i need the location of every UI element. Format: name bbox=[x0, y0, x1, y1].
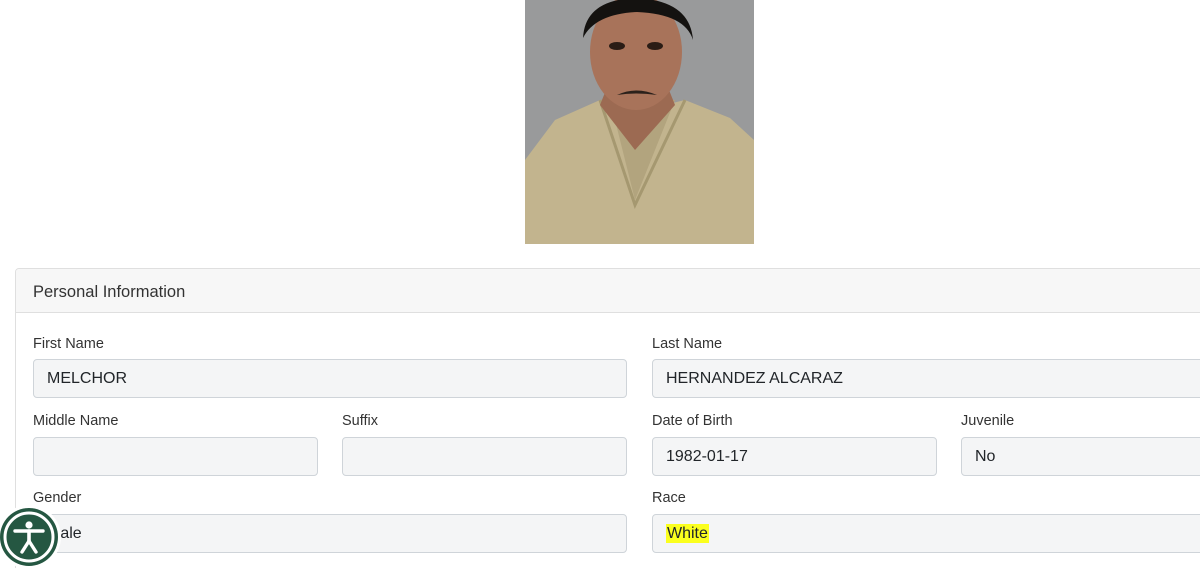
first-name-label: First Name bbox=[33, 336, 104, 352]
date-of-birth-label: Date of Birth bbox=[652, 413, 733, 429]
last-name-field[interactable]: HERNANDEZ ALCARAZ bbox=[652, 359, 1200, 398]
juvenile-field[interactable]: No bbox=[961, 437, 1200, 476]
race-value-highlighted: White bbox=[666, 524, 709, 543]
middle-name-field[interactable] bbox=[33, 437, 318, 476]
suffix-label: Suffix bbox=[342, 413, 379, 429]
gender-field[interactable]: Male bbox=[33, 514, 627, 553]
gender-label: Gender bbox=[33, 490, 82, 506]
personal-information-card: Personal Information First Name MELCHOR … bbox=[15, 268, 1200, 568]
last-name-label: Last Name bbox=[652, 336, 723, 352]
date-of-birth-field[interactable]: 1982-01-17 bbox=[652, 437, 937, 476]
suffix-field[interactable] bbox=[342, 437, 627, 476]
card-header: Personal Information bbox=[16, 269, 1200, 313]
juvenile-label: Juvenile bbox=[961, 413, 1015, 429]
middle-name-label: Middle Name bbox=[33, 413, 119, 429]
race-label: Race bbox=[652, 490, 686, 506]
race-field[interactable]: White bbox=[652, 514, 1200, 553]
accessibility-icon bbox=[3, 511, 55, 563]
booking-photo bbox=[525, 0, 754, 244]
accessibility-button[interactable] bbox=[0, 505, 61, 568]
page: Personal Information First Name MELCHOR … bbox=[0, 0, 1200, 568]
first-name-field[interactable]: MELCHOR bbox=[33, 359, 627, 398]
